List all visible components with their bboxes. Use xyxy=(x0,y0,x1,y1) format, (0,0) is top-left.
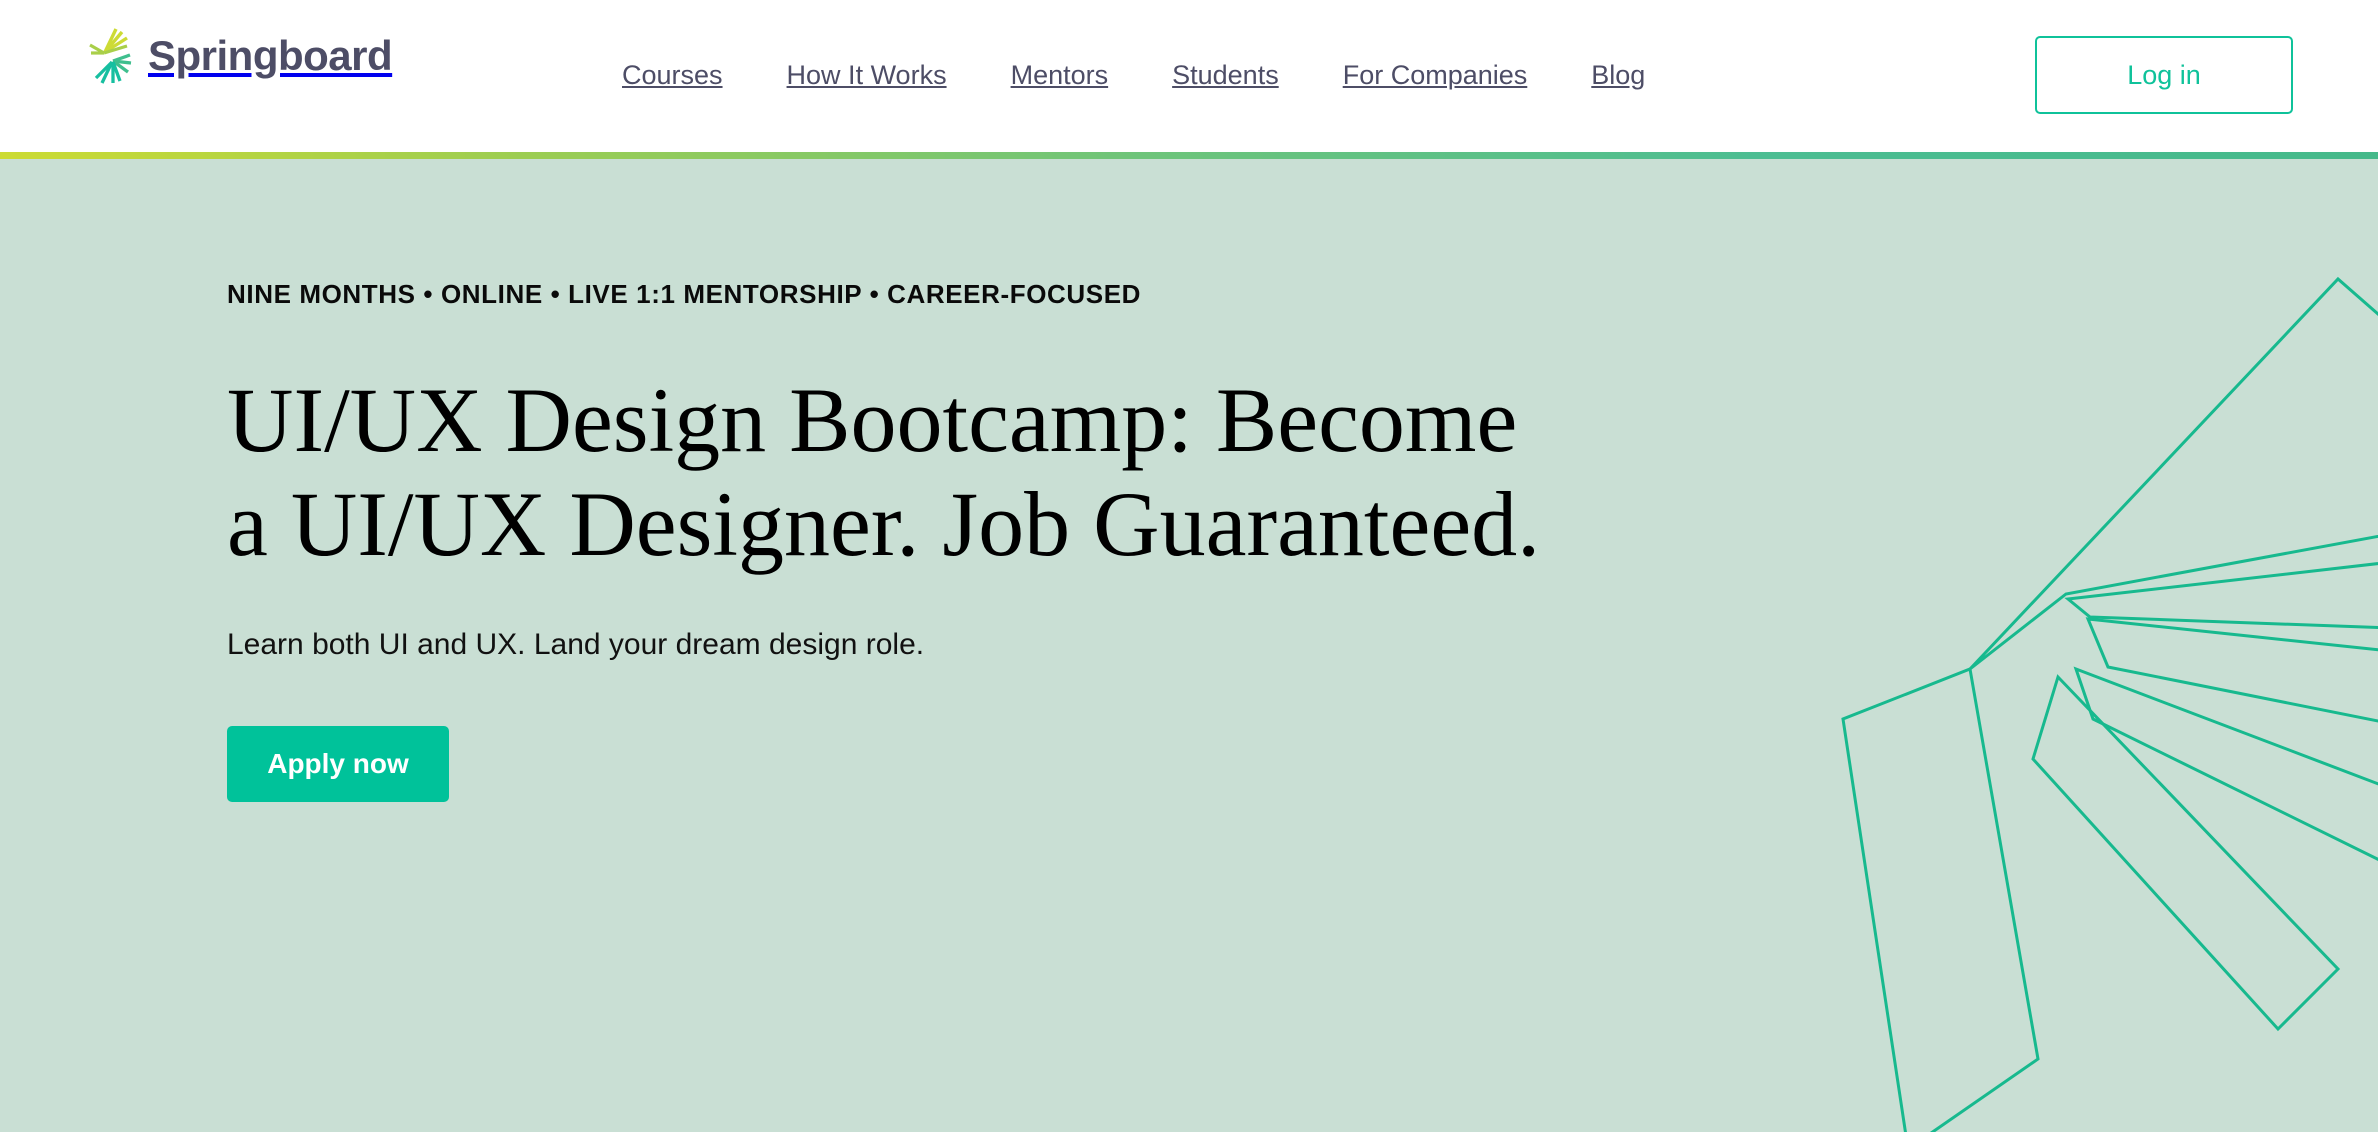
nav-item-courses[interactable]: Courses xyxy=(590,61,755,89)
login-button[interactable]: Log in xyxy=(2035,36,2293,114)
hero-title: UI/UX Design Bootcamp: Become a UI/UX De… xyxy=(227,369,1541,575)
hero-subtitle: Learn both UI and UX. Land your dream de… xyxy=(227,627,925,661)
site-header: Springboard Courses How It Works Mentors… xyxy=(0,0,2378,155)
hero-eyebrow: NINE MONTHS • ONLINE • LIVE 1:1 MENTORSH… xyxy=(227,279,1142,309)
nav-item-how-it-works[interactable]: How It Works xyxy=(755,61,979,89)
hero-content: NINE MONTHS • ONLINE • LIVE 1:1 MENTORSH… xyxy=(227,159,1627,802)
hero-section: NINE MONTHS • ONLINE • LIVE 1:1 MENTORSH… xyxy=(0,159,2378,1132)
nav-item-students[interactable]: Students xyxy=(1140,61,1311,89)
logo-wordmark: Springboard xyxy=(148,32,393,79)
fan-burst-outline-graphic xyxy=(1638,199,2378,1132)
header-gradient-rule xyxy=(0,152,2378,159)
springboard-fan-logo-icon xyxy=(88,25,134,87)
nav-item-blog[interactable]: Blog xyxy=(1559,61,1677,89)
logo-link[interactable]: Springboard xyxy=(88,22,393,90)
nav-item-mentors[interactable]: Mentors xyxy=(979,61,1141,89)
primary-nav: Courses How It Works Mentors Students Fo… xyxy=(590,0,1677,150)
apply-now-button[interactable]: Apply now xyxy=(227,725,449,802)
nav-item-for-companies[interactable]: For Companies xyxy=(1311,61,1560,89)
